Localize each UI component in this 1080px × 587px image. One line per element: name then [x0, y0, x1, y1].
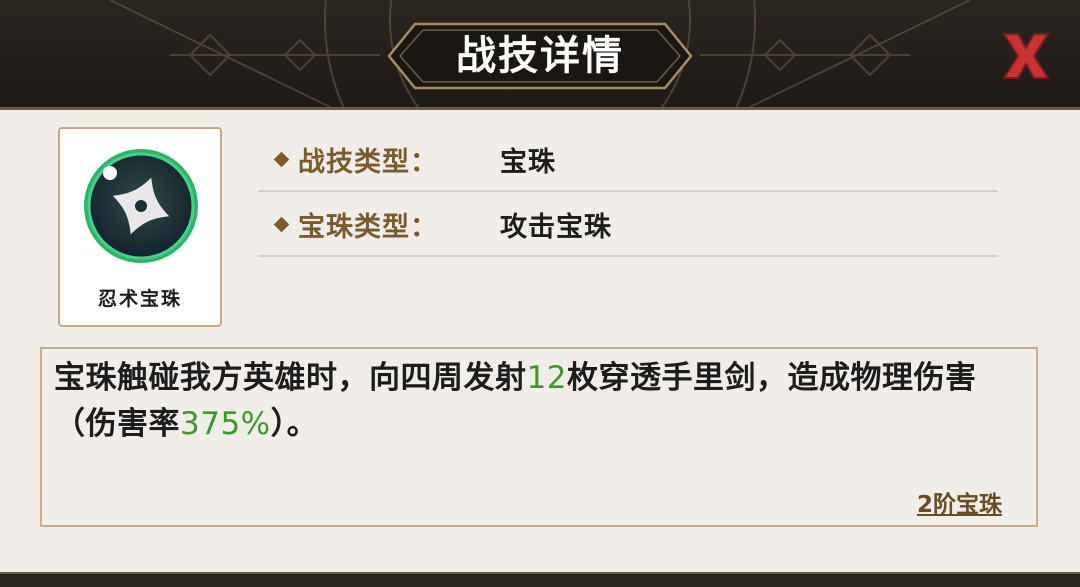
- page-title: 战技详情: [456, 33, 624, 79]
- gem-card: 忍术宝珠: [58, 127, 222, 327]
- diamond-bullet-icon: [273, 151, 290, 168]
- info-row-skill-type: 战技类型： 宝珠: [258, 130, 998, 192]
- info-label: 战技类型：: [298, 147, 438, 178]
- info-label: 宝珠类型：: [298, 212, 438, 243]
- damage-rate: 375%: [180, 406, 271, 442]
- info-value: 攻击宝珠: [500, 212, 612, 243]
- gem-name: 忍术宝珠: [97, 288, 182, 310]
- description-part: 宝珠触碰我方英雄时，向四周发射: [54, 360, 527, 396]
- description-part: ）。: [270, 406, 319, 442]
- projectile-count: 12: [526, 360, 567, 396]
- title-plate: 战技详情: [385, 20, 695, 92]
- tier-link[interactable]: 2阶宝珠: [917, 485, 1002, 519]
- diamond-bullet-icon: [273, 216, 290, 233]
- description-box: 宝珠触碰我方英雄时，向四周发射12枚穿透手里剑，造成物理伤害（伤害率375%）。…: [40, 347, 1038, 527]
- skill-detail-panel: 战技详情 忍术宝珠 战技类型： 宝珠 宝珠类型： 攻击宝珠 宝珠触碰我方英雄时，…: [0, 0, 1080, 587]
- close-button[interactable]: [998, 28, 1054, 84]
- description-text: 宝珠触碰我方英雄时，向四周发射12枚穿透手里剑，造成物理伤害（伤害率375%）。: [54, 355, 1024, 447]
- info-value: 宝珠: [500, 147, 556, 178]
- close-icon[interactable]: [998, 28, 1054, 84]
- info-row-gem-type: 宝珠类型： 攻击宝珠: [258, 195, 998, 257]
- shuriken-orb-icon: [84, 149, 198, 263]
- header-bar: 战技详情: [0, 0, 1080, 110]
